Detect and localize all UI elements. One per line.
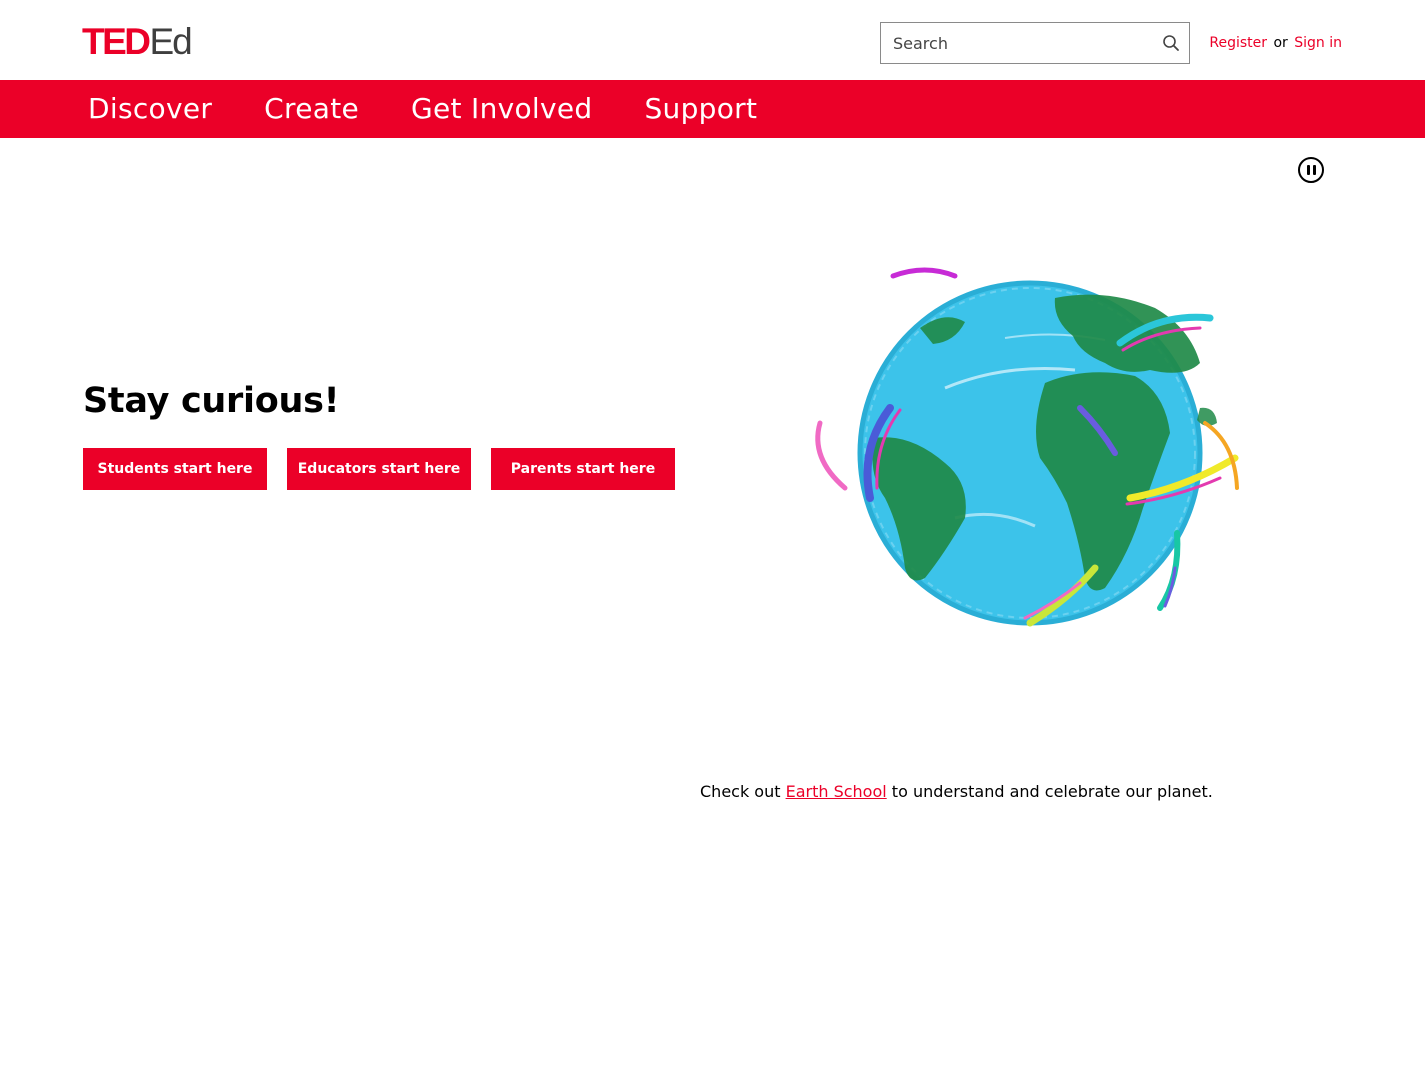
- search-box: [880, 22, 1190, 64]
- pause-icon: [1306, 165, 1316, 175]
- auth-separator: or: [1273, 35, 1288, 51]
- register-link[interactable]: Register: [1209, 35, 1267, 51]
- pause-button[interactable]: [1298, 157, 1324, 183]
- nav-item-get-involved[interactable]: Get Involved: [411, 80, 592, 138]
- auth-links: Register or Sign in: [1209, 33, 1342, 53]
- hero-buttons: Students start here Educators start here…: [83, 448, 675, 490]
- caption-prefix: Check out: [700, 782, 786, 801]
- search-input[interactable]: [881, 23, 1153, 63]
- nav-item-support[interactable]: Support: [644, 80, 757, 138]
- caption-suffix: to understand and celebrate our planet.: [886, 782, 1213, 801]
- nav-item-create[interactable]: Create: [264, 80, 359, 138]
- search-icon: [1163, 35, 1179, 51]
- top-bar: TEDEd Register or Sign in: [0, 0, 1425, 80]
- main-nav: Discover Create Get Involved Support: [0, 80, 1425, 138]
- earth-school-caption: Check out Earth School to understand and…: [700, 781, 1213, 803]
- students-start-button[interactable]: Students start here: [83, 448, 267, 490]
- nav-item-discover[interactable]: Discover: [88, 80, 212, 138]
- sign-in-link[interactable]: Sign in: [1294, 35, 1342, 51]
- ted-ed-logo[interactable]: TED Ed: [82, 21, 193, 62]
- logo-ted-text: TED: [82, 21, 151, 62]
- earth-school-link[interactable]: Earth School: [786, 782, 887, 801]
- logo-ed-text: Ed: [149, 21, 193, 62]
- globe-illustration: [805, 258, 1345, 638]
- search-button[interactable]: [1153, 23, 1189, 63]
- hero-title: Stay curious!: [83, 381, 340, 421]
- globe-icon: [815, 267, 1239, 627]
- educators-start-button[interactable]: Educators start here: [287, 448, 471, 490]
- parents-start-button[interactable]: Parents start here: [491, 448, 675, 490]
